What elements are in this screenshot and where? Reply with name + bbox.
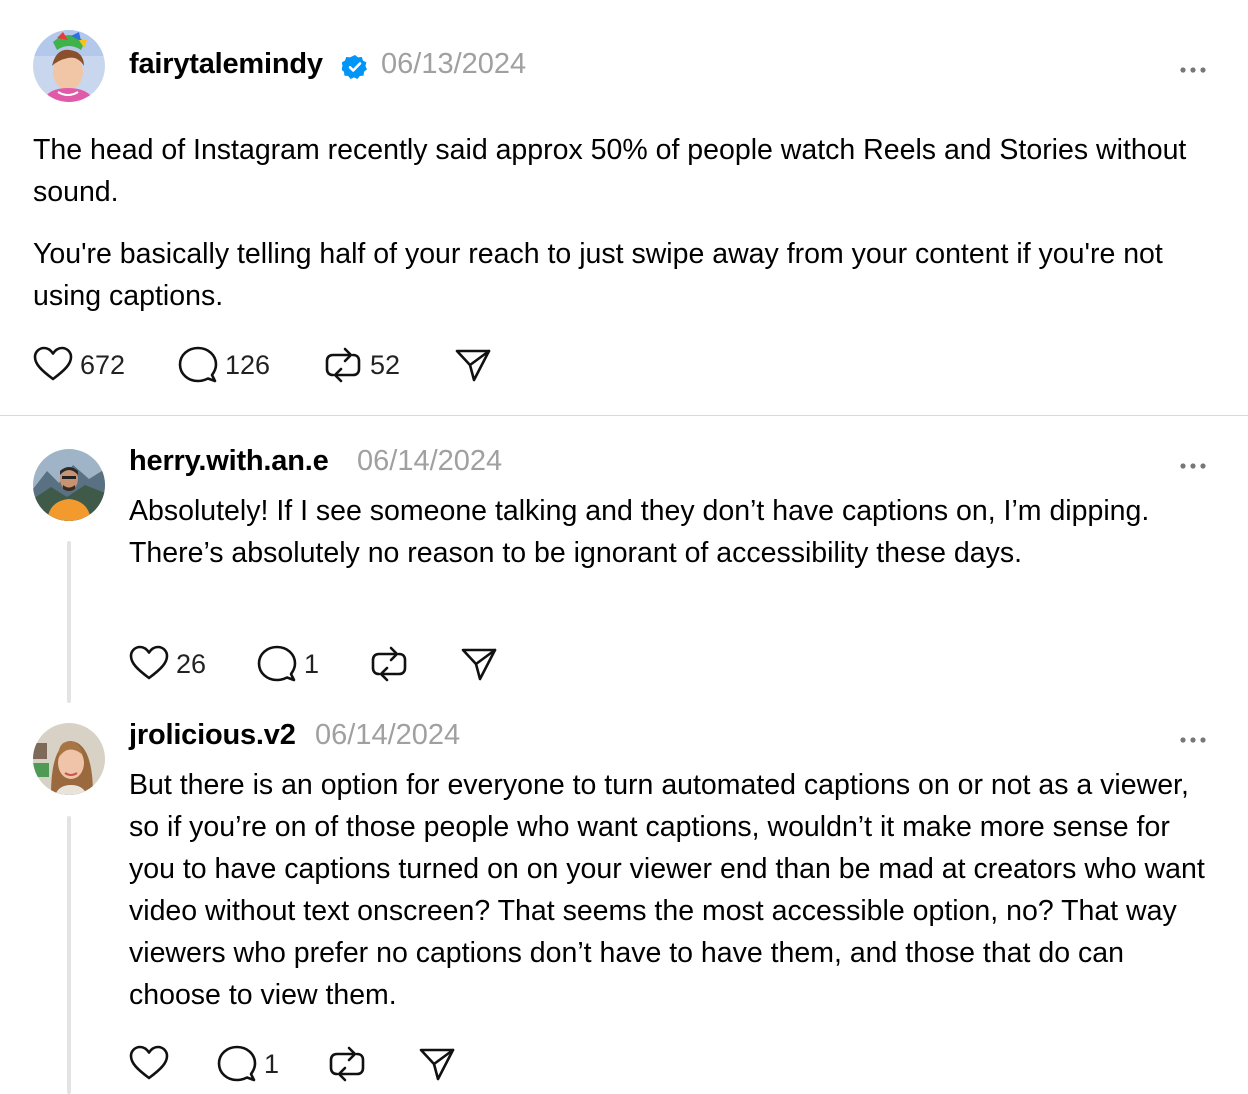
avatar-image	[33, 723, 105, 795]
repost-icon	[371, 646, 407, 682]
like-button[interactable]: 672	[33, 343, 125, 387]
like-button[interactable]: 26	[129, 642, 206, 686]
avatar[interactable]	[33, 723, 105, 795]
send-icon	[419, 1048, 455, 1081]
username[interactable]: jrolicious.v2	[129, 719, 296, 752]
send-icon	[461, 648, 497, 681]
send-icon	[455, 349, 491, 382]
thread-line	[67, 541, 71, 703]
comment-icon	[217, 1045, 257, 1082]
repost-count: 52	[370, 349, 401, 380]
username[interactable]: herry.with.an.e	[129, 445, 329, 478]
username[interactable]: fairytalemindy	[129, 48, 323, 81]
reply-date[interactable]: 06/14/2024	[357, 445, 502, 478]
avatar[interactable]	[33, 30, 105, 102]
more-dots-icon[interactable]	[1178, 732, 1208, 744]
more-dots-icon[interactable]	[1178, 458, 1208, 470]
post-body: The head of Instagram recently said appr…	[33, 129, 1218, 317]
reply-text: Absolutely! If I see someone talking and…	[129, 495, 1150, 569]
share-button[interactable]	[453, 343, 493, 387]
avatar-image	[33, 30, 105, 102]
main-post: fairytalemindy 06/13/2024 The head of In…	[0, 0, 1248, 415]
comment-icon	[257, 645, 297, 682]
avatar-image	[33, 449, 105, 521]
comment-icon	[178, 346, 218, 383]
post-paragraph: The head of Instagram recently said appr…	[33, 134, 1187, 208]
reply-button[interactable]: 1	[257, 642, 319, 686]
post-paragraph: You're basically telling half of your re…	[33, 238, 1163, 312]
like-count: 672	[80, 349, 126, 380]
post-date[interactable]: 06/13/2024	[381, 48, 526, 81]
more-dots-icon[interactable]	[1178, 62, 1208, 74]
repost-button[interactable]	[327, 1042, 367, 1086]
repost-icon	[325, 347, 361, 383]
reply-count: 1	[304, 648, 320, 679]
like-button[interactable]	[129, 1042, 169, 1086]
reply-button[interactable]: 1	[217, 1042, 279, 1086]
reply-button[interactable]: 126	[178, 343, 270, 387]
share-button[interactable]	[417, 1042, 457, 1086]
heart-icon	[129, 1045, 169, 1080]
heart-icon	[33, 346, 73, 381]
share-button[interactable]	[459, 642, 499, 686]
reply-date[interactable]: 06/14/2024	[315, 719, 460, 752]
reply-actions: 26 1	[129, 642, 529, 686]
reply-actions: 1	[129, 1042, 469, 1086]
thread-line	[67, 816, 71, 1094]
post-actions: 672 126 52	[33, 343, 513, 387]
repost-button[interactable]: 52	[323, 343, 400, 387]
repost-icon	[329, 1046, 365, 1082]
reply-count: 126	[225, 349, 271, 380]
reply-count: 1	[264, 1048, 280, 1079]
heart-icon	[129, 645, 169, 680]
repost-button[interactable]	[369, 642, 409, 686]
reply-text: But there is an option for everyone to t…	[129, 769, 1205, 1011]
avatar[interactable]	[33, 449, 105, 521]
reply: herry.with.an.e 06/14/2024 Absolutely! I…	[0, 416, 1248, 706]
reply: jrolicious.v2 06/14/2024 But there is an…	[0, 706, 1248, 1094]
verified-badge-icon	[341, 54, 368, 80]
like-count: 26	[176, 648, 207, 679]
